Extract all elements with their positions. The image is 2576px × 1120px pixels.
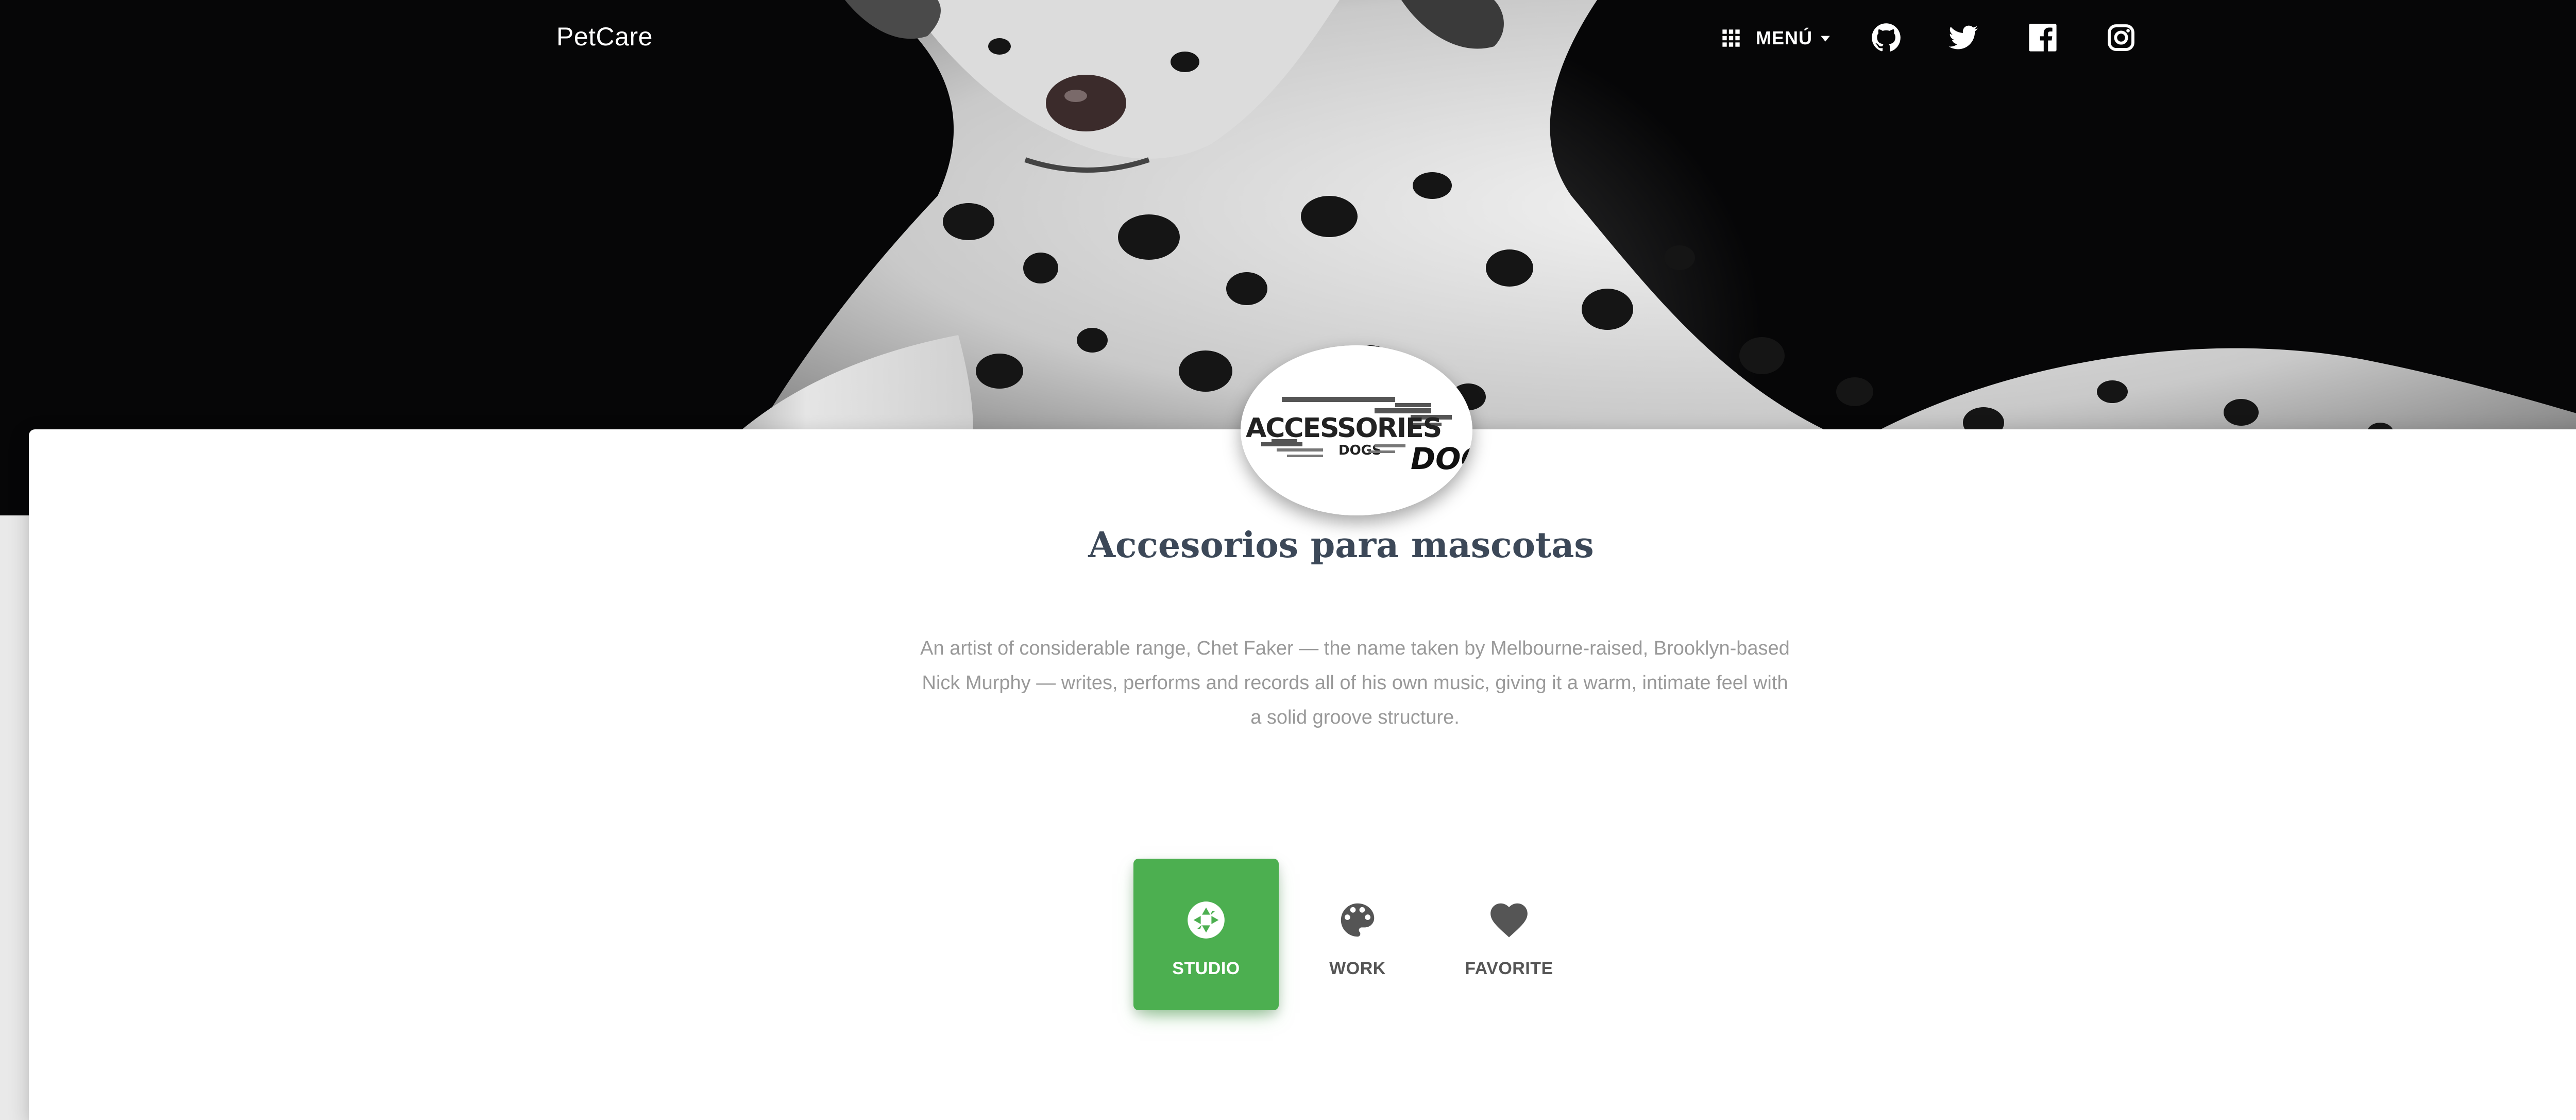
camera-aperture-icon [1188, 901, 1225, 939]
tab-favorite[interactable]: FAVORITE [1436, 859, 1582, 1010]
menu-label: MENÚ [1756, 27, 1812, 48]
profile-avatar: ACCESSORIES DOGS DOG [1241, 345, 1472, 515]
heart-icon [1490, 903, 1528, 938]
tab-work-label: WORK [1329, 959, 1386, 978]
profile-description: An artist of considerable range, Chet Fa… [920, 638, 1790, 728]
twitter-icon[interactable] [1948, 23, 1978, 53]
instagram-icon[interactable] [2106, 23, 2136, 53]
navbar: PetCare MENÚ [0, 0, 2576, 77]
menu-dropdown[interactable]: MENÚ [1721, 25, 1831, 52]
facebook-icon[interactable] [2028, 23, 2058, 53]
apps-grid-icon [1722, 29, 1740, 47]
brand-logo[interactable]: PetCare [556, 22, 653, 52]
tab-studio-label: STUDIO [1172, 959, 1240, 978]
tab-favorite-label: FAVORITE [1465, 959, 1553, 978]
profile-tabs: STUDIO WORK FAVORITE [1133, 859, 1588, 1010]
tab-work[interactable]: WORK [1285, 859, 1430, 1010]
tab-studio[interactable]: STUDIO [1133, 859, 1279, 1010]
avatar-text-accessories: ACCESSORIES [1246, 413, 1441, 444]
caret-down-icon [1821, 36, 1830, 42]
palette-icon [1341, 903, 1375, 937]
github-icon[interactable] [1871, 23, 1901, 53]
page-title: Accesorios para mascotas [1088, 525, 1594, 566]
accessories-dogs-logo: ACCESSORIES DOGS DOG [1241, 345, 1472, 515]
